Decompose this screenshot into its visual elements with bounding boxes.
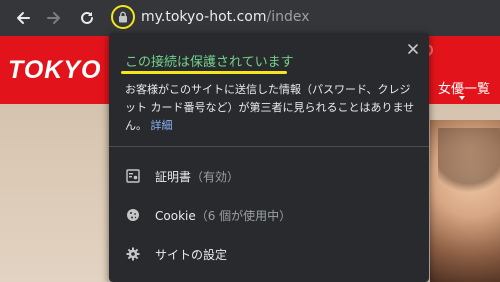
close-icon: [408, 39, 418, 58]
forward-arrow-icon: [46, 10, 62, 26]
close-button[interactable]: [405, 40, 421, 56]
back-button[interactable]: [12, 7, 34, 29]
certificate-icon: [125, 168, 141, 184]
connection-description: お客様がこのサイトに送信した情報（パスワード、クレジット カード番号など）が第三…: [125, 81, 415, 135]
gear-icon: [125, 246, 141, 262]
details-link[interactable]: 詳細: [151, 119, 173, 132]
cookie-label: Cookie: [155, 209, 196, 223]
site-logo[interactable]: TOKYO: [8, 56, 101, 85]
menu-item-label: サイトの設定: [155, 246, 227, 263]
menu-item-cookie[interactable]: Cookie（6 個が使用中）: [109, 198, 429, 232]
menu-item-label: 証明書（有効）: [155, 168, 239, 185]
cookie-count: （6 個が使用中）: [195, 209, 292, 223]
chevron-down-icon: [459, 96, 465, 100]
back-arrow-icon: [15, 10, 31, 26]
nav-item-actresses[interactable]: 女優一覧: [438, 78, 490, 97]
site-settings-label: サイトの設定: [155, 248, 228, 262]
site-info-button[interactable]: [111, 5, 135, 29]
address-bar[interactable]: my.tokyo-hot.com/index: [141, 9, 310, 25]
url-path: /index: [266, 9, 310, 25]
highlight-underline: [121, 71, 287, 74]
browser-toolbar: my.tokyo-hot.com/index: [0, 0, 500, 36]
page-photo-overlay: [438, 128, 500, 198]
certificate-label: 証明書: [155, 170, 192, 184]
menu-item-certificate[interactable]: 証明書（有効）: [109, 159, 429, 193]
cookie-icon: [125, 207, 141, 223]
forward-button[interactable]: [43, 7, 65, 29]
certificate-status: （有効）: [191, 170, 240, 184]
menu-item-label: Cookie（6 個が使用中）: [155, 207, 291, 224]
site-info-popup: この接続は保護されています お客様がこのサイトに送信した情報（パスワード、クレジ…: [109, 33, 429, 282]
connection-secure-title: この接続は保護されています: [125, 55, 294, 70]
divider: [109, 146, 429, 147]
lock-icon: [118, 8, 128, 27]
reload-button[interactable]: [76, 7, 98, 29]
url-host: my.tokyo-hot.com: [141, 9, 267, 25]
reload-icon: [79, 10, 95, 26]
menu-item-site-settings[interactable]: サイトの設定: [109, 237, 429, 271]
